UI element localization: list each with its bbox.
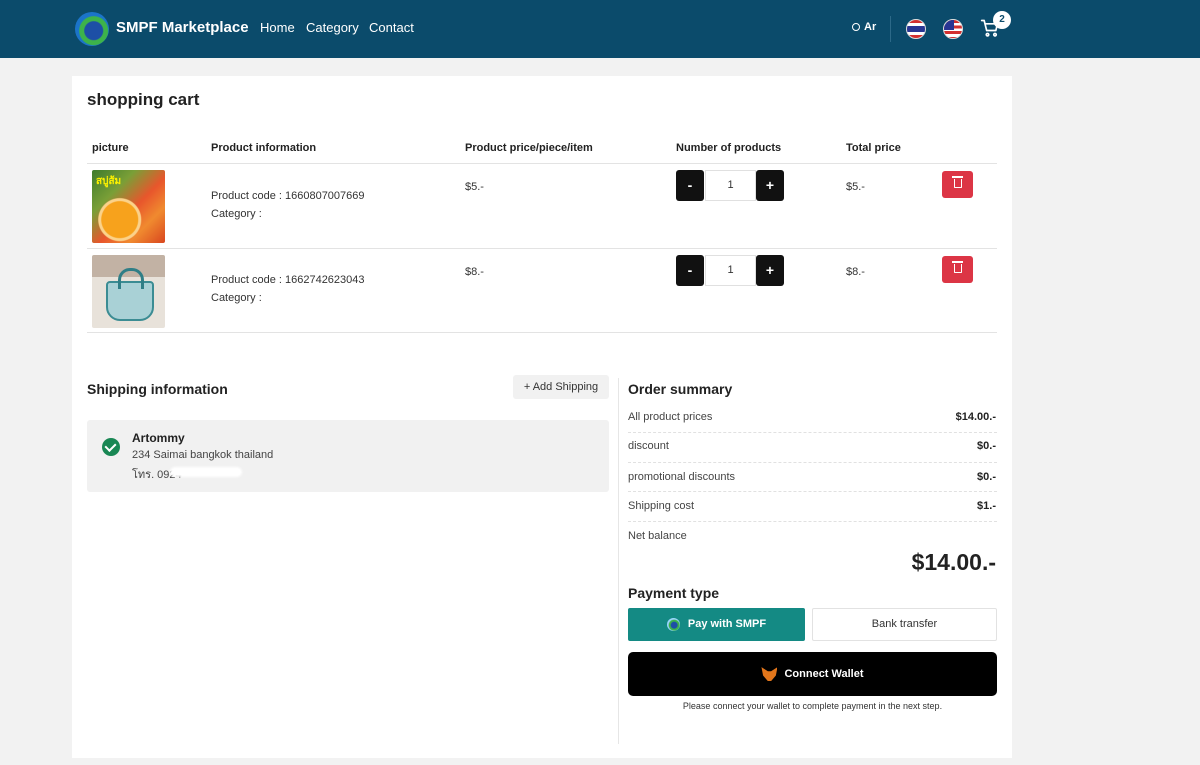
product-total: $8.- [846,266,865,278]
col-header-quantity: Number of products [676,142,782,154]
us-flag-icon[interactable] [943,19,963,39]
nav-divider [890,16,891,42]
pay-smpf-label: Pay with SMPF [687,618,767,630]
summary-divider [628,432,997,433]
product-category: Category : [211,292,262,304]
table-divider [87,163,997,164]
brand-name[interactable]: SMPF Marketplace [116,19,249,36]
user-icon [852,23,860,32]
metamask-fox-icon [761,667,778,682]
col-header-product-info: Product information [211,142,317,154]
product-price: $5.- [465,181,484,193]
pay-with-smpf-button[interactable]: Pay with SMPF [628,608,805,641]
smpf-logo-icon [666,617,680,631]
product-price: $8.- [465,266,484,278]
col-header-price: Product price/piece/item [465,142,593,154]
nav-link-home[interactable]: Home [260,20,295,35]
bank-transfer-button[interactable]: Bank transfer [812,608,997,641]
user-name: Ar [864,21,877,33]
product-image[interactable] [92,255,165,328]
check-circle-icon [102,438,120,456]
summary-label: promotional discounts [628,471,736,483]
product-total: $5.- [846,181,865,193]
page-title: shopping cart [87,90,200,109]
delete-item-button[interactable] [942,171,973,198]
connect-wallet-note: Please connect your wallet to complete p… [682,701,943,711]
connect-wallet-label: Connect Wallet [784,668,864,680]
summary-value: $1.- [977,500,996,512]
product-image[interactable] [92,170,165,243]
net-balance-value: $14.00.- [911,549,996,575]
payment-type-title: Payment type [628,585,720,601]
product-code: Product code : 1660807007669 [211,190,365,202]
table-divider [87,248,997,249]
shipping-title: Shipping information [87,381,228,397]
table-divider [87,332,997,333]
add-shipping-button[interactable]: + Add Shipping [513,375,609,399]
quantity-decrease-button[interactable]: - [676,255,704,286]
summary-value: $14.00.- [955,411,996,423]
quantity-increase-button[interactable]: + [756,170,784,201]
delete-item-button[interactable] [942,256,973,283]
quantity-decrease-button[interactable]: - [676,170,704,201]
quantity-increase-button[interactable]: + [756,255,784,286]
summary-divider [628,521,997,522]
summary-label: All product prices [628,411,713,423]
product-code: Product code : 1662742623043 [211,274,365,286]
trash-icon [952,176,963,188]
order-summary-title: Order summary [628,381,733,397]
address-line: 234 Saimai bangkok thailand [132,449,274,461]
summary-divider [628,491,997,492]
nav-link-contact[interactable]: Contact [369,20,414,35]
summary-value: $0.- [977,471,996,483]
summary-label: discount [628,440,669,452]
redacted-phone-mask [170,467,242,477]
nav-link-category[interactable]: Category [306,20,359,35]
net-balance-label: Net balance [628,530,687,542]
trash-icon [952,261,963,273]
summary-divider [628,462,997,463]
cart-count-badge: 2 [993,11,1011,29]
product-category: Category : [211,208,262,220]
column-divider [618,378,619,744]
connect-wallet-button[interactable]: Connect Wallet [628,652,997,696]
col-header-total: Total price [846,142,901,154]
thai-flag-icon[interactable] [906,19,926,39]
quantity-input[interactable]: 1 [705,170,756,201]
recipient-name: Artommy [132,431,185,445]
user-account-button[interactable]: Ar [852,21,876,33]
smpf-logo-icon[interactable] [75,12,109,46]
summary-label: Shipping cost [628,500,695,512]
quantity-input[interactable]: 1 [705,255,756,286]
summary-value: $0.- [977,440,996,452]
col-header-picture: picture [92,142,129,154]
